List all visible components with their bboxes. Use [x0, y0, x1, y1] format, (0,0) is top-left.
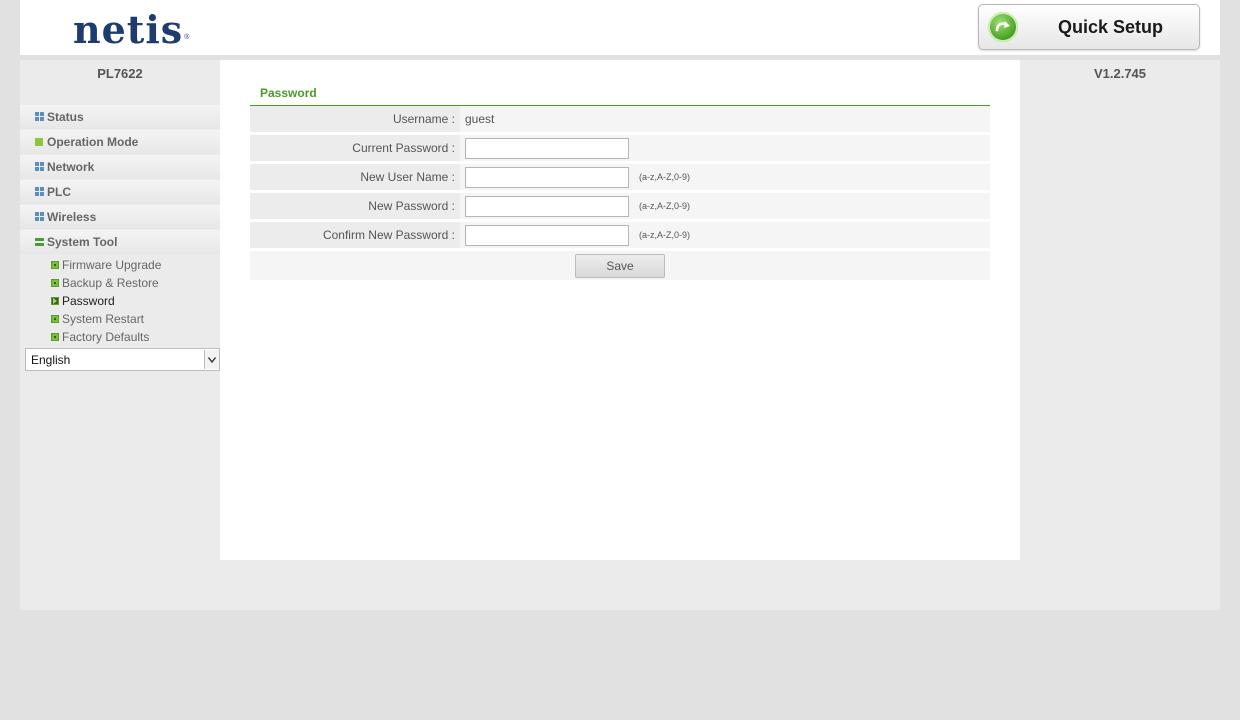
- bullet-icon: [51, 261, 59, 269]
- sidebar-item-system-tool[interactable]: System Tool: [20, 230, 220, 254]
- quick-setup-label: Quick Setup: [1058, 17, 1164, 37]
- submenu-item-label: System Restart: [62, 312, 145, 326]
- device-model: PL7622: [97, 66, 143, 81]
- confirm-password-hint: (a-z,A-Z,0-9): [639, 230, 691, 240]
- section-title: Password: [260, 86, 317, 100]
- save-button[interactable]: Save: [575, 254, 665, 278]
- firmware-version: V1.2.745: [1093, 66, 1147, 81]
- username-row: Username : guest: [250, 106, 990, 132]
- username-value: guest: [465, 112, 495, 126]
- sidebar-item-label: Operation Mode: [47, 135, 139, 149]
- sidebar-item-wireless[interactable]: Wireless: [20, 205, 220, 229]
- current-password-row: Current Password :: [250, 135, 990, 161]
- confirm-password-label: Confirm New Password :: [322, 228, 455, 242]
- save-row: Save: [250, 251, 990, 280]
- language-value: English: [31, 353, 71, 367]
- submenu-item-factory-defaults[interactable]: Factory Defaults: [20, 328, 220, 346]
- content-panel: Password Username : guest Current Passwo…: [220, 60, 1020, 560]
- submenu-item-password[interactable]: Password: [20, 292, 220, 310]
- confirm-password-input[interactable]: [465, 225, 629, 246]
- current-password-label: Current Password :: [352, 141, 455, 155]
- new-password-input[interactable]: [465, 196, 629, 217]
- submenu-item-firmware-upgrade[interactable]: Firmware Upgrade: [20, 256, 220, 274]
- grid-icon: [35, 212, 44, 221]
- submenu-item-label: Password: [62, 294, 115, 308]
- sidebar-item-operation-mode[interactable]: Operation Mode: [20, 130, 220, 154]
- header: netis® Quick Setup: [20, 0, 1220, 55]
- new-password-hint: (a-z,A-Z,0-9): [639, 201, 691, 211]
- language-select[interactable]: English: [25, 348, 220, 371]
- sidebar-item-label: Wireless: [47, 210, 97, 224]
- submenu-item-label: Factory Defaults: [62, 330, 150, 344]
- grid-icon: [35, 112, 44, 121]
- current-password-input[interactable]: [465, 138, 629, 159]
- password-form: Username : guest Current Password : New …: [250, 106, 990, 280]
- bullet-icon: [51, 333, 59, 341]
- bullet-icon: [51, 315, 59, 323]
- collapse-icon: [35, 238, 44, 246]
- main-frame: PL7622 V1.2.745 Status Operation Mode Ne…: [20, 60, 1220, 610]
- submenu-item-system-restart[interactable]: System Restart: [20, 310, 220, 328]
- green-square-icon: [35, 138, 43, 146]
- submenu-item-label: Backup & Restore: [62, 276, 159, 290]
- active-arrow-icon: [51, 297, 59, 305]
- sidebar-item-status[interactable]: Status: [20, 105, 220, 129]
- submenu-item-label: Firmware Upgrade: [62, 258, 162, 272]
- logo-text: netis: [73, 7, 184, 52]
- confirm-password-row: Confirm New Password : (a-z,A-Z,0-9): [250, 222, 990, 248]
- chevron-down-icon[interactable]: [204, 350, 219, 369]
- new-user-name-input[interactable]: [465, 167, 629, 188]
- quick-setup-button[interactable]: Quick Setup: [978, 4, 1200, 50]
- bullet-icon: [51, 279, 59, 287]
- new-user-name-row: New User Name : (a-z,A-Z,0-9): [250, 164, 990, 190]
- system-tool-submenu: Firmware Upgrade Backup & Restore Passwo…: [20, 255, 220, 346]
- refresh-arrow-icon: [988, 12, 1018, 42]
- sidebar: Status Operation Mode Network PLC Wirele…: [20, 105, 220, 346]
- grid-icon: [35, 187, 44, 196]
- sidebar-item-label: PLC: [47, 185, 71, 199]
- sidebar-item-label: Status: [47, 110, 84, 124]
- netis-logo[interactable]: netis®: [73, 6, 189, 54]
- new-user-name-hint: (a-z,A-Z,0-9): [639, 172, 691, 182]
- sidebar-item-plc[interactable]: PLC: [20, 180, 220, 204]
- new-user-name-label: New User Name :: [360, 170, 455, 184]
- sidebar-item-network[interactable]: Network: [20, 155, 220, 179]
- grid-icon: [35, 162, 44, 171]
- sidebar-item-label: System Tool: [47, 235, 118, 249]
- new-password-row: New Password : (a-z,A-Z,0-9): [250, 193, 990, 219]
- username-label: Username :: [392, 112, 455, 126]
- submenu-item-backup-restore[interactable]: Backup & Restore: [20, 274, 220, 292]
- registered-mark: ®: [184, 34, 191, 41]
- new-password-label: New Password :: [368, 199, 455, 213]
- sidebar-item-label: Network: [47, 160, 95, 174]
